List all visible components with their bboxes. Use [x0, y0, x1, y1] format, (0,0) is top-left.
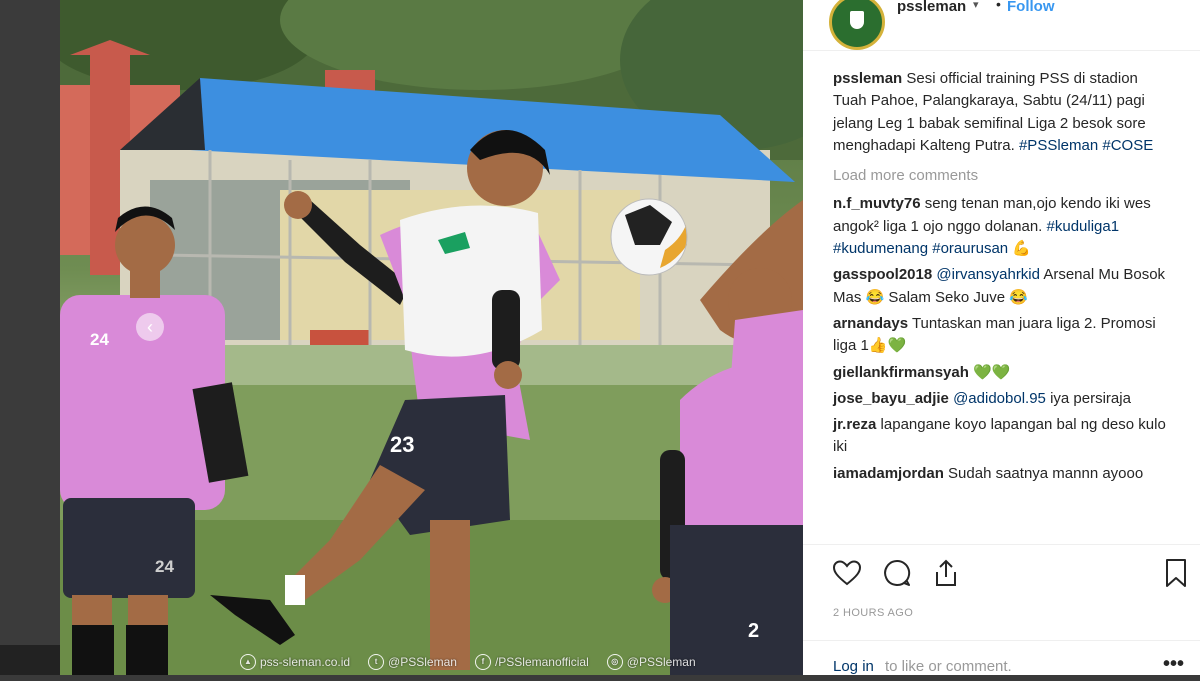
comment-username[interactable]: jose_bayu_adjie	[833, 390, 949, 407]
left-margin-bottom	[0, 645, 60, 675]
comment-item: jose_bayu_adjie @adidobol.95 iya persira…	[833, 388, 1173, 410]
comment-item: iamadamjordan Sudah saatnya mannn ayooo	[833, 463, 1173, 485]
comment-icon[interactable]	[881, 557, 913, 589]
more-options-icon[interactable]: •••	[1163, 653, 1184, 676]
watermark-site: ▲ pss-sleman.co.id	[240, 654, 350, 670]
watermark-facebook: f /PSSlemanofficial	[474, 654, 589, 670]
comment-text: iya persiraja	[1050, 389, 1131, 407]
chevron-left-icon: ‹	[147, 317, 153, 337]
load-more-comments-button[interactable]: Load more comments	[833, 165, 1173, 187]
hashtag-link[interactable]: #COSE	[1102, 137, 1153, 154]
left-margin	[0, 0, 60, 675]
action-bar	[803, 544, 1200, 605]
comment-username[interactable]: jr.reza	[833, 416, 876, 433]
shorts-number-left: 24	[155, 557, 174, 576]
training-scene: 24 24 23 2	[60, 0, 803, 675]
comment-username[interactable]: giellankfirmansyah	[833, 364, 969, 381]
follow-button[interactable]: Follow	[1007, 0, 1055, 15]
share-icon[interactable]	[930, 557, 962, 589]
comment-item: arnandays Tuntaskan man juara liga 2. Pr…	[833, 313, 1173, 358]
caption: pssleman Sesi official training PSS di s…	[833, 68, 1173, 157]
logo-icon: ▲	[240, 654, 256, 670]
bookmark-icon[interactable]	[1160, 557, 1192, 589]
flexed-arm-icon: 💪	[1012, 240, 1031, 258]
post-timestamp: 2 HOURS AGO	[833, 607, 914, 619]
comment-username[interactable]: arnandays	[833, 315, 908, 332]
watermark-instagram: ◎ @PSSleman	[606, 654, 696, 670]
comment-item: jr.reza lapangane koyo lapangan bal ng d…	[833, 414, 1173, 459]
jersey-number-left: 24	[90, 330, 109, 349]
caret-down-icon[interactable]: ▾	[973, 0, 979, 11]
comment-username[interactable]: iamadamjordan	[833, 465, 944, 482]
post-photo[interactable]: 24 24 23 2 ‹ ▲ pss-sleman.co.id t @PSSle…	[60, 0, 803, 675]
post-header: pssleman ▾ • Follow	[803, 0, 1200, 51]
shorts-number-right: 2	[748, 620, 759, 642]
comment-item: gasspool2018 @irvansyahrkid Arsenal Mu B…	[833, 264, 1173, 309]
photo-watermark: ▲ pss-sleman.co.id t @PSSleman f /PSSlem…	[240, 652, 760, 672]
comment-text: 💚💚	[973, 363, 1011, 381]
carousel-prev-button[interactable]: ‹	[136, 313, 164, 341]
shorts-number-center: 23	[390, 432, 414, 457]
comments-list: pssleman Sesi official training PSS di s…	[833, 68, 1173, 489]
football	[610, 198, 688, 276]
caption-username[interactable]: pssleman	[833, 70, 902, 87]
login-link[interactable]: Log in	[833, 658, 874, 675]
comment-mention[interactable]: @adidobol.95	[953, 390, 1046, 407]
login-prompt: to like or comment.	[885, 658, 1012, 675]
comment-mention[interactable]: @irvansyahrkid	[936, 266, 1040, 283]
comment-item: giellankfirmansyah 💚💚	[833, 362, 1173, 384]
instagram-icon: ◎	[606, 654, 623, 670]
facebook-icon: f	[474, 654, 491, 670]
avatar[interactable]	[829, 0, 885, 50]
heart-icon[interactable]	[831, 557, 863, 589]
hashtag-link[interactable]: #PSSleman	[1019, 137, 1098, 154]
separator-dot: •	[996, 0, 1001, 12]
comment-item: n.f_muvty76 seng tenan man,ojo kendo iki…	[833, 193, 1173, 260]
comment-text: Sudah saatnya mannn ayooo	[948, 464, 1144, 482]
comment-username[interactable]: gasspool2018	[833, 266, 932, 283]
post-sidebar: pssleman ▾ • Follow pssleman Sesi offici…	[803, 0, 1200, 675]
comment-username[interactable]: n.f_muvty76	[833, 195, 921, 212]
header-username[interactable]: pssleman	[897, 0, 966, 15]
twitter-icon: t	[368, 654, 385, 670]
comment-text: lapangane koyo lapangan bal ng deso kulo…	[833, 416, 1166, 456]
watermark-twitter: t @PSSleman	[368, 654, 457, 670]
